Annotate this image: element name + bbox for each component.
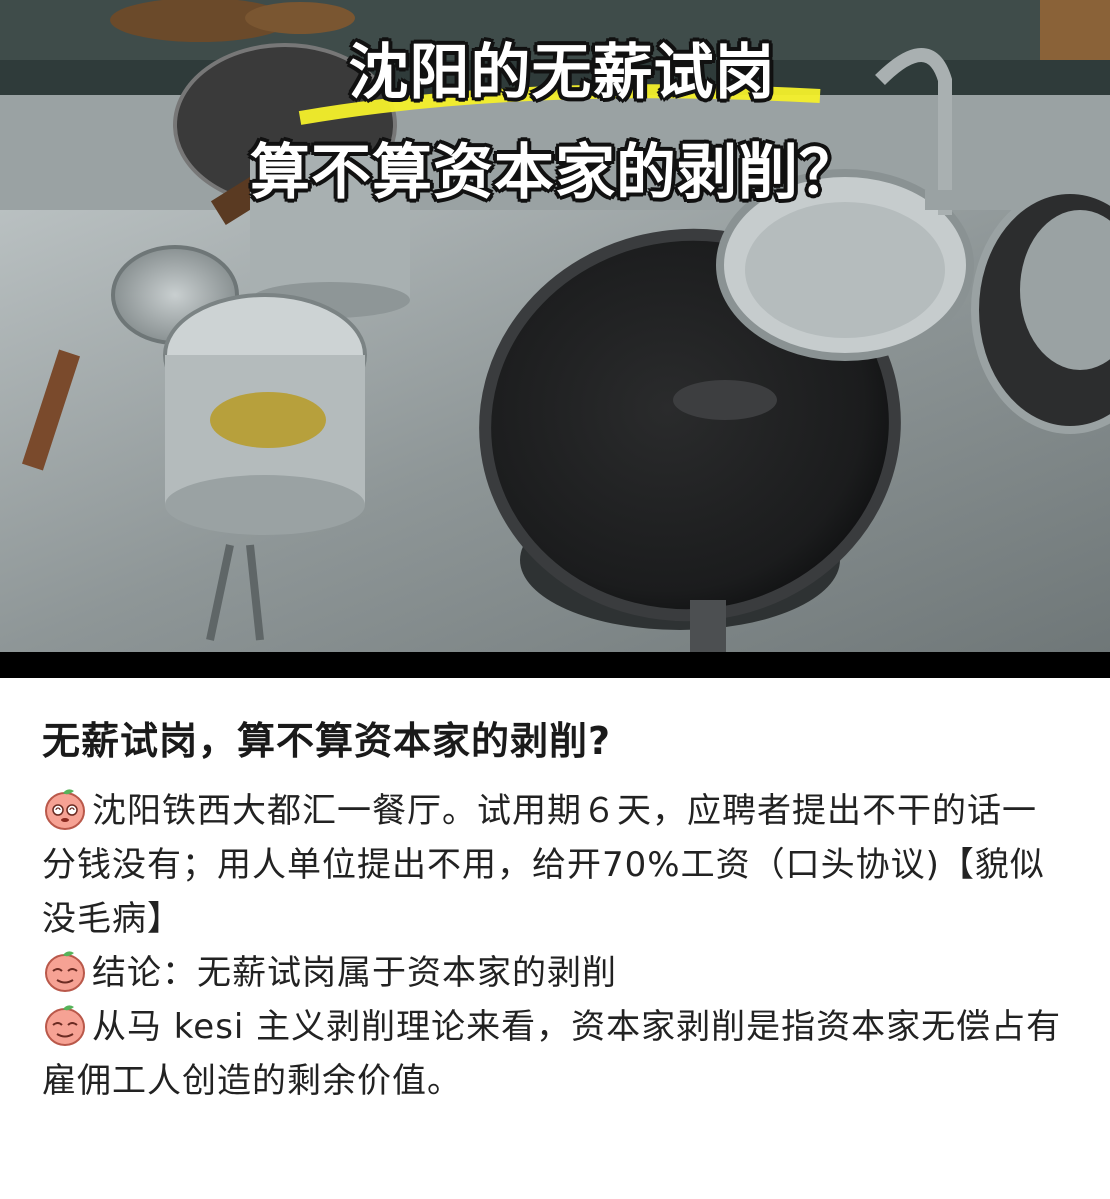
paragraph-1: 沈阳铁西大都汇一餐厅。试用期６天，应聘者提出不干的话一分钱没有；用人单位提出不用… xyxy=(42,784,1068,946)
peach-face-dizzy-icon xyxy=(45,789,85,830)
hero-title-line1: 沈阳的无薪试岗 xyxy=(348,38,776,108)
peach-face-smug-icon xyxy=(45,1005,85,1046)
peach-face-smug-icon xyxy=(45,951,85,992)
paragraph-1-text: 沈阳铁西大都汇一餐厅。试用期６天，应聘者提出不干的话一分钱没有；用人单位提出不用… xyxy=(42,791,1045,939)
hero-image: 沈阳的无薪试岗 算不算资本家的剥削？ xyxy=(0,0,1110,652)
post-title: 无薪试岗，算不算资本家的剥削? xyxy=(42,719,612,763)
paragraph-2-text: 结论：无薪试岗属于资本家的剥削 xyxy=(92,953,617,993)
paragraph-2: 结论：无薪试岗属于资本家的剥削 xyxy=(42,946,1068,1000)
hero-title-line2: 算不算资本家的剥削？ xyxy=(250,138,860,208)
paragraph-3: 从马 kesi 主义剥削理论来看，资本家剥削是指资本家无偿占有雇佣工人创造的剩余… xyxy=(42,1000,1068,1108)
paragraph-3-text: 从马 kesi 主义剥削理论来看，资本家剥削是指资本家无偿占有雇佣工人创造的剩余… xyxy=(42,1007,1062,1101)
post-content: 无薪试岗，算不算资本家的剥削? 沈阳铁西大都汇一餐厅。试用期６天，应聘者提出不干… xyxy=(0,716,1110,1108)
post-body: 沈阳铁西大都汇一餐厅。试用期６天，应聘者提出不干的话一分钱没有；用人单位提出不用… xyxy=(42,784,1068,1108)
image-bottom-bar xyxy=(0,652,1110,678)
